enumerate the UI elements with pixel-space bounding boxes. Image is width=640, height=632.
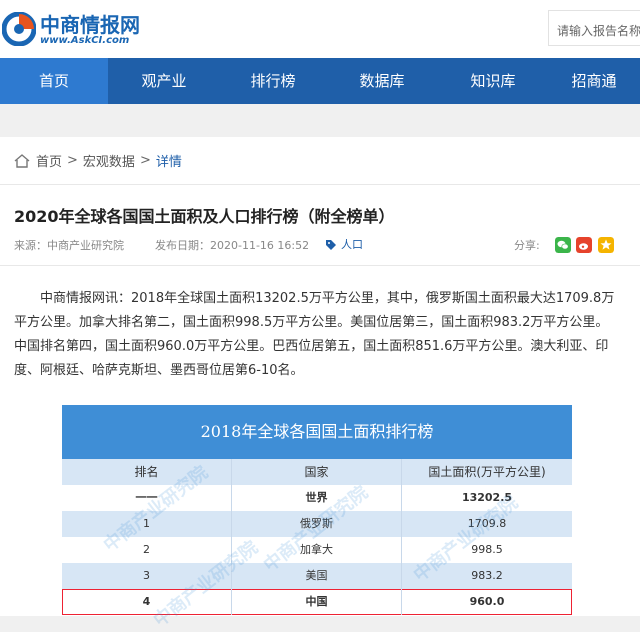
area-cell: 13202.5: [461, 491, 513, 504]
qzone-icon[interactable]: [598, 237, 614, 253]
logo-url: www.AskCI.com: [40, 35, 130, 46]
main-nav: 首页 观产业 排行榜 数据库 知识库 招商通: [0, 58, 640, 104]
home-icon: [14, 153, 30, 168]
article-title: 2020年全球各国国土面积及人口排行榜（附全榜单）: [14, 207, 395, 226]
country-cell: 俄罗斯: [232, 511, 402, 537]
table-row: 1 俄罗斯 1709.8: [62, 511, 572, 537]
area-ranking-table: 2018年全球各国国土面积排行榜 排名 国家 国土面积(万平方公里) 一一 世界 1…: [62, 405, 572, 631]
nav-industry[interactable]: 观产业: [108, 58, 220, 104]
country-cell: 中国: [232, 589, 402, 615]
logo-mark-icon: [2, 12, 36, 46]
nav-knowledge[interactable]: 知识库: [438, 58, 548, 104]
table-row: 4 中国 960.0: [62, 589, 572, 615]
source-value: 中商产业研究院: [47, 239, 124, 252]
table-body: 一一 世界 13202.5 1 俄罗斯 1709.8 2 加拿大 998.5 3 美国 983.2 4 中…: [62, 485, 572, 615]
breadcrumb-home[interactable]: 首页: [36, 151, 62, 170]
date-label: 发布日期：: [155, 239, 210, 252]
article-card: 首页 > 宏观数据 > 详情 2020年全球各国国土面积及人口排行榜（附全榜单） 来源：…: [0, 137, 640, 631]
area-cell: 960.0: [469, 595, 505, 608]
table-row: 一一 世界 13202.5: [62, 485, 572, 511]
divider: [0, 184, 640, 185]
rank-cell: 一一: [62, 485, 232, 511]
breadcrumb-section[interactable]: 宏观数据: [83, 151, 135, 170]
column-header-country: 国家: [232, 459, 402, 485]
tag-icon: [326, 240, 336, 250]
nav-home[interactable]: 首页: [0, 58, 108, 104]
area-cell: 1709.8: [467, 517, 507, 530]
wechat-icon[interactable]: [555, 237, 571, 253]
date-value: 2020-11-16 16:52: [210, 239, 310, 252]
divider: [0, 265, 640, 266]
column-header-area: 国土面积(万平方公里): [428, 465, 546, 479]
nav-investment[interactable]: 招商通: [548, 58, 640, 104]
breadcrumb: 首页 > 宏观数据 > 详情: [14, 151, 182, 171]
rank-cell: 3: [62, 563, 232, 589]
country-cell: 美国: [232, 563, 402, 589]
breadcrumb-separator: >: [67, 153, 78, 168]
share-label: 分享:: [514, 239, 540, 252]
logo-text: 中商情报网: [40, 13, 140, 37]
breadcrumb-separator: >: [139, 153, 151, 168]
table-row: 2 加拿大 998.5: [62, 537, 572, 563]
source-label: 来源：: [14, 239, 47, 252]
breadcrumb-current: 详情: [155, 155, 182, 170]
nav-ranking[interactable]: 排行榜: [220, 58, 326, 104]
area-cell: 983.2: [471, 569, 503, 582]
site-logo[interactable]: 中商情报网 www.AskCI.com: [2, 8, 152, 50]
column-header-rank: 排名: [62, 459, 232, 485]
rank-cell: 2: [62, 537, 232, 563]
weibo-icon[interactable]: [576, 237, 592, 253]
article-meta: 来源：中商产业研究院 发布日期：2020-11-16 16:52: [14, 237, 309, 253]
table-header-row: 排名 国家 国土面积(万平方公里): [62, 459, 572, 485]
country-cell: 加拿大: [232, 537, 402, 563]
nav-database[interactable]: 数据库: [326, 58, 438, 104]
area-cell: 998.5: [471, 543, 503, 556]
country-cell: 世界: [232, 485, 402, 511]
tag-label: 人口: [341, 238, 363, 251]
search-input[interactable]: 请输入报告名称: [548, 10, 640, 46]
top-bar: 中商情报网 www.AskCI.com 请输入报告名称: [0, 0, 640, 58]
article-tag[interactable]: 人口: [326, 236, 363, 252]
rank-cell: 1: [62, 511, 232, 537]
table-row: 3 美国 983.2: [62, 563, 572, 589]
article-body: 中商情报网讯：2018年全球国土面积13202.5万平方公里，其中，俄罗斯国土面…: [14, 291, 615, 378]
table-title: 2018年全球各国国土面积排行榜: [62, 405, 572, 459]
rank-cell: 4: [62, 589, 232, 615]
